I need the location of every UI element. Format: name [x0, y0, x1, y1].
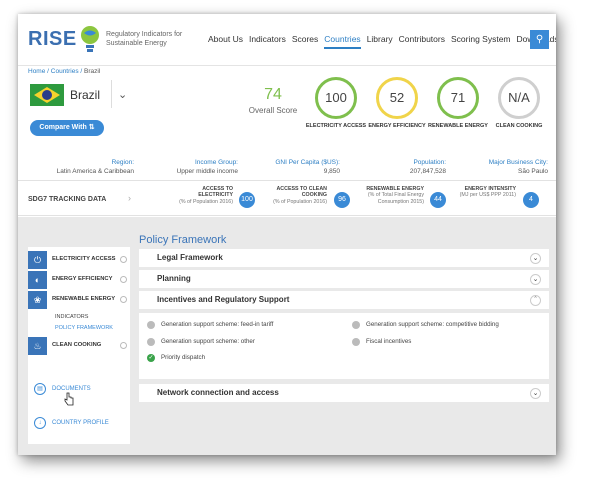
accordion-incentives[interactable]: Incentives and Regulatory Support ˆ	[139, 291, 549, 309]
accordion-planning[interactable]: Planning ⌄	[139, 270, 549, 288]
policy-item: Priority dispatch	[161, 354, 206, 361]
logo-subtitle: Regulatory Indicators for Sustainable En…	[106, 31, 183, 47]
sdg-renewable: RENEWABLE ENERGY (% of Total Final Energy…	[366, 186, 424, 205]
country-name: Brazil	[70, 88, 101, 102]
sidebar: ⏻ ELECTRICITY ACCESS ◐ ENERGY EFFICIENCY…	[28, 247, 130, 444]
sdg-value-cooking: 96	[334, 192, 350, 208]
nav-library[interactable]: Library	[367, 34, 393, 49]
chevron-down-icon[interactable]: ⌄	[530, 253, 541, 264]
info-icon[interactable]	[120, 296, 127, 303]
divider	[111, 80, 112, 108]
info-icon[interactable]	[120, 256, 127, 263]
chevron-right-icon[interactable]: ›	[128, 193, 131, 203]
sidebar-sub-indicators[interactable]: INDICATORS	[55, 314, 88, 320]
overall-score-label: Overall Score	[248, 106, 298, 115]
info-income-group: Income Group: Upper middle income	[176, 159, 238, 175]
info-region: Region: Latin America & Caribbean	[56, 159, 134, 175]
sidebar-item-cooking[interactable]: ♨ CLEAN COOKING	[28, 337, 130, 355]
nav-countries[interactable]: Countries	[324, 34, 361, 49]
document-icon: ▤	[34, 383, 46, 395]
compare-with-button[interactable]: Compare With ⇅	[30, 120, 104, 136]
chevron-down-icon[interactable]: ⌄	[530, 274, 541, 285]
score-label-cooking: CLEAN COOKING	[495, 123, 543, 129]
nav-indicators[interactable]: Indicators	[249, 34, 286, 49]
breadcrumb: Home / Countries / Brazil	[28, 68, 101, 75]
info-business-city: Major Business City: São Paulo	[488, 159, 548, 175]
policy-framework-title: Policy Framework	[139, 234, 227, 246]
incentives-panel: Generation support scheme: feed-in tarif…	[139, 313, 549, 379]
sidebar-item-electricity[interactable]: ⏻ ELECTRICITY ACCESS	[28, 251, 130, 269]
info-icon[interactable]	[120, 276, 127, 283]
score-label-efficiency: ENERGY EFFICIENCY	[368, 123, 426, 129]
policy-item: Generation support scheme: competitive b…	[366, 321, 499, 328]
brazil-flag-icon	[30, 84, 64, 106]
power-icon: ⏻	[28, 251, 47, 269]
nav-scores[interactable]: Scores	[292, 34, 318, 49]
overall-score-value: 74	[264, 86, 282, 103]
score-label-renewable: RENEWABLE ENERGY	[428, 123, 488, 129]
breadcrumb-current: Brazil	[84, 68, 101, 75]
sdg-access-cooking: ACCESS TO CLEAN COOKING (% of Population …	[273, 186, 327, 205]
sdg-value-electricity: 100	[239, 192, 255, 208]
search-icon: ⚲	[535, 34, 544, 45]
wind-turbine-icon: ❀	[28, 291, 47, 309]
sidebar-sub-policy-framework[interactable]: POLICY FRAMEWORK	[55, 325, 113, 331]
chevron-up-icon[interactable]: ˆ	[530, 295, 541, 306]
sdg-access-electricity: ACCESS TO ELECTRICITY (% of Population 20…	[179, 186, 233, 205]
chevron-down-icon[interactable]: ⌄	[530, 388, 541, 399]
main-nav: About Us Indicators Scores Countries Lib…	[208, 34, 556, 49]
nav-about-us[interactable]: About Us	[208, 34, 243, 49]
bulb-globe-icon	[81, 26, 99, 52]
site-header: RISE Regulatory Indicators for Sustainab…	[18, 14, 556, 66]
accordion-legal-framework[interactable]: Legal Framework ⌄	[139, 249, 549, 267]
info-icon[interactable]	[120, 342, 127, 349]
score-ring-renewable[interactable]: 71	[437, 77, 479, 119]
sdg-value-intensity: 4	[523, 192, 539, 208]
rise-logo[interactable]: RISE	[28, 28, 77, 51]
nav-contributors[interactable]: Contributors	[399, 34, 445, 49]
status-dot-grey	[147, 338, 155, 346]
country-profile-link[interactable]: COUNTRY PROFILE	[52, 420, 109, 426]
browser-window: RISE Regulatory Indicators for Sustainab…	[18, 14, 556, 455]
sdg-energy-intensity: ENERGY INTENSITY (MJ per US$ PPP 2011)	[459, 186, 516, 199]
sdg-value-renewable: 44	[430, 192, 446, 208]
check-icon: ✓	[147, 354, 155, 362]
country-select-chevron-down-icon[interactable]: ⌄	[118, 88, 127, 101]
score-ring-cooking[interactable]: N/A	[498, 77, 540, 119]
sidebar-item-efficiency[interactable]: ◐ ENERGY EFFICIENCY	[28, 271, 130, 289]
policy-item: Generation support scheme: other	[161, 338, 255, 345]
info-gni: GNI Per Capita ($US): 9,850	[275, 159, 340, 175]
download-icon: ↓	[34, 417, 46, 429]
score-ring-efficiency[interactable]: 52	[376, 77, 418, 119]
score-label-electricity: ELECTRICITY ACCESS	[305, 123, 367, 129]
info-population: Population: 207,847,528	[409, 159, 446, 175]
status-dot-grey	[352, 338, 360, 346]
sdg7-tracking-bar: SDG7 TRACKING DATA › ACCESS TO ELECTRICI…	[18, 180, 556, 216]
status-dot-grey	[352, 321, 360, 329]
policy-item: Fiscal incentives	[366, 338, 412, 345]
efficiency-icon: ◐	[28, 271, 47, 289]
hand-cursor-icon	[64, 392, 74, 406]
breadcrumb-home[interactable]: Home	[28, 68, 45, 75]
search-button[interactable]: ⚲	[530, 30, 549, 49]
status-dot-grey	[147, 321, 155, 329]
cooking-pot-icon: ♨	[28, 337, 47, 355]
policy-item: Generation support scheme: feed-in tarif…	[161, 321, 274, 328]
breadcrumb-countries[interactable]: Countries	[51, 68, 79, 75]
accordion-network-connection[interactable]: Network connection and access ⌄	[139, 384, 549, 402]
sdg7-label: SDG7 TRACKING DATA	[28, 196, 107, 203]
nav-scoring-system[interactable]: Scoring System	[451, 34, 511, 49]
score-ring-electricity[interactable]: 100	[315, 77, 357, 119]
sidebar-item-renewable[interactable]: ❀ RENEWABLE ENERGY	[28, 291, 130, 309]
